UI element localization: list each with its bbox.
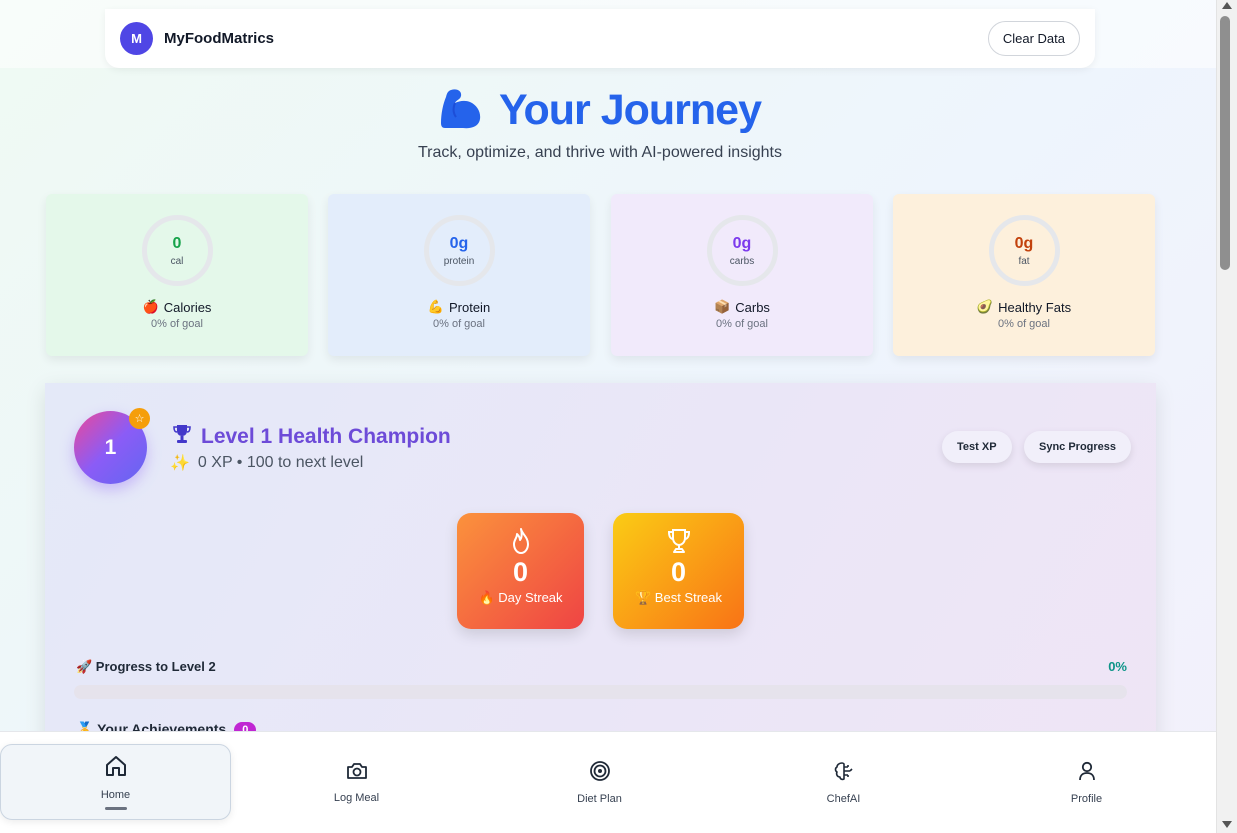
star-icon: ☆ [129,408,150,429]
hero-title: Your Journey [0,86,1200,135]
scrollbar-thumb[interactable] [1220,16,1230,270]
day-streak-card: 0 🔥 Day Streak [457,513,584,629]
bottom-nav: Home Log Meal Diet Plan ChefAI Profile [0,731,1216,833]
day-streak-value: 0 [512,557,529,587]
stat-card-fats: 0g fat 🥑 Healthy Fats 0% of goal [893,194,1155,356]
stat-label-text: Protein [448,299,491,315]
stat-card-protein: 0g protein 💪 Protein 0% of goal [328,194,590,356]
nav-item-chefai[interactable]: ChefAI [728,744,959,820]
progress-ring: 0g protein [423,215,495,286]
apple-icon: 🍎 [142,299,159,314]
stat-unit: fat [1018,255,1030,267]
stat-value: 0g [732,234,752,252]
progress-ring: 0 cal [141,215,213,286]
stat-card-carbs: 0g carbs 📦 Carbs 0% of goal [611,194,873,356]
trophy-icon [172,423,192,451]
level-title: Level 1 Health Champion [172,423,451,451]
nav-label: Home [100,789,131,801]
stat-goal: 0% of goal [716,318,768,330]
progress-label: 🚀 Progress to Level 2 [76,659,216,674]
progress-percent: 0% [1108,659,1127,674]
nav-label: ChefAI [826,792,861,805]
stat-value: 0 [172,234,182,252]
stat-unit: protein [443,255,475,267]
nav-item-log-meal[interactable]: Log Meal [241,744,472,820]
nav-item-profile[interactable]: Profile [971,744,1202,820]
flexed-bicep-icon [439,86,485,135]
stat-label-text: Calories [163,299,212,315]
stat-card-calories: 0 cal 🍎 Calories 0% of goal [46,194,308,356]
nav-item-diet-plan[interactable]: Diet Plan [484,744,715,820]
stat-label: 🥑 Healthy Fats [977,299,1071,315]
stat-unit: cal [170,255,184,267]
avocado-icon: 🥑 [976,299,994,314]
xp-text: 0 XP • 100 to next level [197,454,364,471]
trophy-icon [613,527,744,555]
app-viewport: M MyFoodMatrics Clear Data Your Journey … [0,0,1216,833]
progress-ring: 0g carbs [706,215,778,286]
home-icon [104,754,128,781]
user-icon [1077,760,1097,785]
package-icon: 📦 [714,299,731,314]
stat-label: 💪 Protein [428,299,490,315]
brand-name: MyFoodMatrics [164,30,275,47]
vertical-scrollbar[interactable] [1216,0,1237,833]
camera-icon [346,761,368,784]
scroll-down-arrow-icon[interactable] [1222,821,1232,828]
scroll-up-arrow-icon[interactable] [1222,2,1232,9]
stat-goal: 0% of goal [433,318,485,330]
stat-label: 📦 Carbs [714,299,770,315]
stat-label-text: Carbs [735,299,770,315]
stat-value: 0g [1014,234,1034,252]
stat-goal: 0% of goal [151,318,203,330]
progress-bar [74,685,1127,699]
test-xp-button[interactable]: Test XP [942,431,1012,463]
best-streak-label: 🏆 Best Streak [635,590,722,605]
progress-ring: 0g fat [988,215,1060,286]
app-header: M MyFoodMatrics Clear Data [105,9,1095,68]
page-subtitle: Track, optimize, and thrive with AI-powe… [417,144,782,161]
stat-goal: 0% of goal [998,318,1050,330]
sparkles-icon: ✨ [170,455,190,472]
avatar[interactable]: M [120,22,153,55]
day-streak-label: 🔥 Day Streak [478,590,563,605]
active-indicator [104,807,127,810]
best-streak-value: 0 [670,557,687,587]
best-streak-card: 0 🏆 Best Streak [613,513,744,629]
nav-item-home[interactable]: Home [0,744,231,820]
nav-label: Profile [1070,792,1103,805]
flame-icon [457,527,584,555]
nav-label: Diet Plan [577,792,622,805]
target-icon [589,760,611,785]
page-title: Your Journey [499,86,762,134]
stat-value: 0g [449,234,469,252]
sync-progress-button[interactable]: Sync Progress [1024,431,1132,463]
clear-data-button[interactable]: Clear Data [987,21,1080,56]
xp-summary: ✨ 0 XP • 100 to next level [170,453,363,473]
stat-label-text: Healthy Fats [998,299,1072,315]
stat-label: 🍎 Calories [143,299,212,315]
stat-unit: carbs [729,255,755,267]
brain-icon [833,760,855,785]
flexed-bicep-icon: 💪 [427,299,444,314]
nav-label: Log Meal [333,791,380,804]
level-title-text: Level 1 Health Champion [201,425,451,448]
